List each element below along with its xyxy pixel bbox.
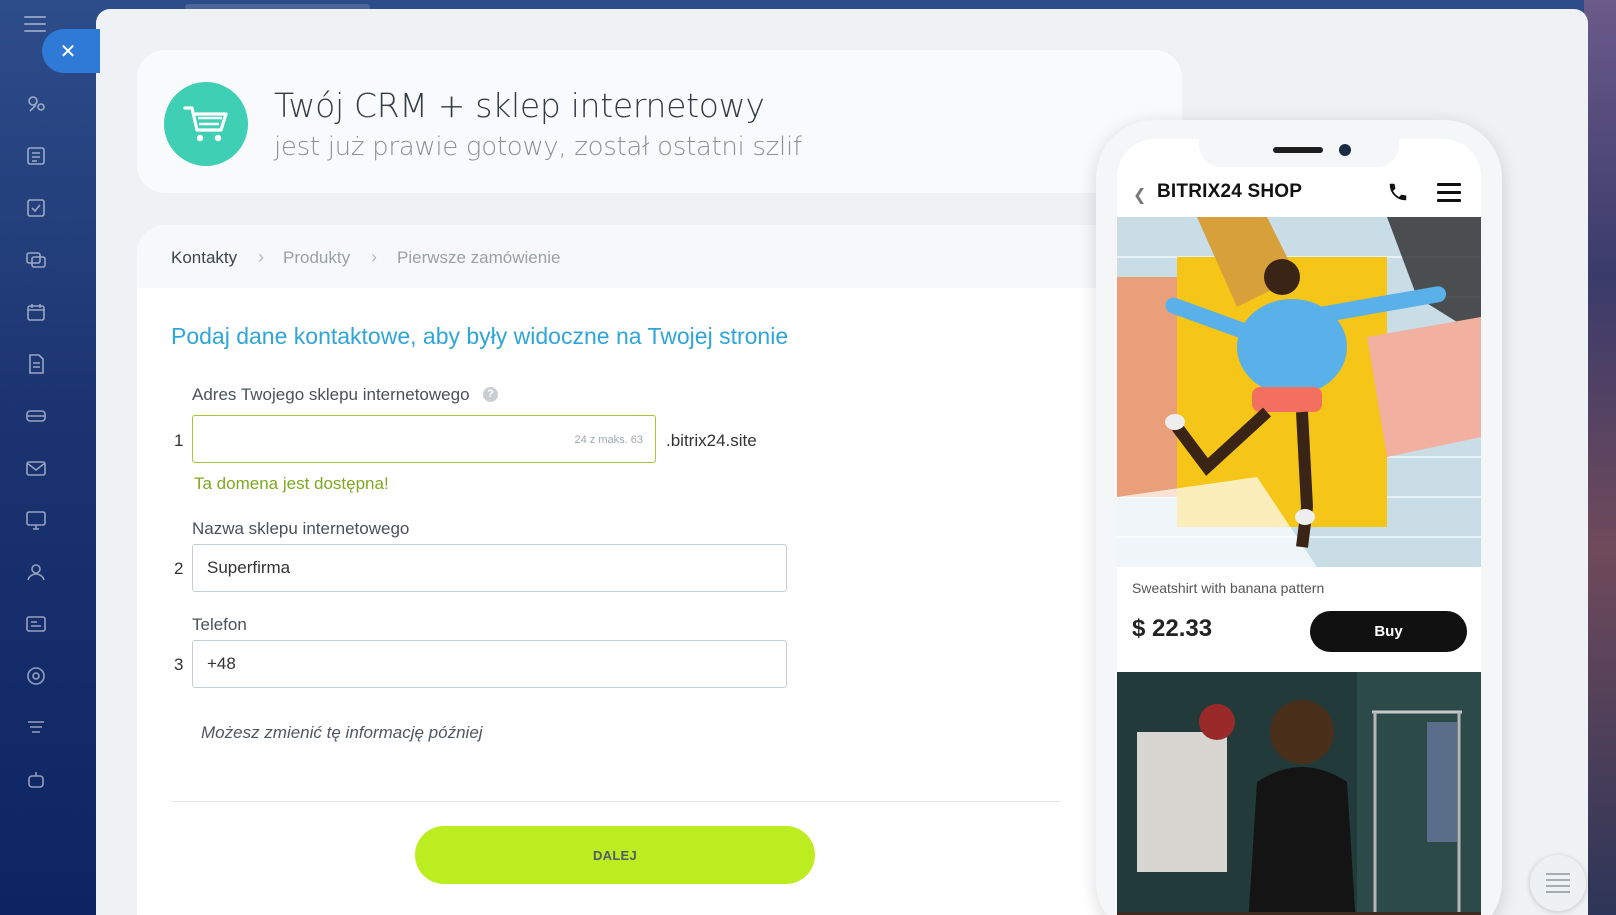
shop-app-bar: ❮ BITRIX24 SHOP [1117, 171, 1481, 215]
phone-value: +48 [207, 654, 236, 673]
chevron-right-icon: › [258, 247, 264, 267]
shop-name-label: Nazwa sklepu internetowego [192, 519, 410, 538]
divider [171, 801, 1060, 802]
close-slider-button[interactable]: ✕ [42, 29, 100, 73]
sidebar-item-robot-icon[interactable] [20, 764, 52, 796]
phone-input[interactable]: +48 [192, 640, 787, 688]
chevron-right-icon: › [371, 247, 377, 267]
sidebar-item-docs-icon[interactable] [20, 348, 52, 380]
sidebar-item-feed-icon[interactable] [20, 140, 52, 172]
background-wallpaper [1584, 0, 1616, 915]
buy-button[interactable]: Buy [1310, 611, 1467, 652]
page-title: Twój CRM + sklep internetowy [274, 86, 765, 125]
next-button[interactable]: DALEJ [415, 826, 815, 884]
sidebar-item-chat-icon[interactable] [20, 244, 52, 276]
step-products[interactable]: Produkty [283, 248, 350, 268]
left-sidebar [0, 0, 72, 915]
phone-speaker [1273, 147, 1323, 153]
domain-suffix: .bitrix24.site [666, 431, 757, 450]
shop-name-value: Superfirma [207, 558, 291, 577]
shopping-cart-icon [164, 82, 248, 166]
sidebar-item-drive-icon[interactable] [20, 400, 52, 432]
phone-screen: ❮ BITRIX24 SHOP Sweatshirt with banana p… [1117, 139, 1481, 915]
field-number: 1 [174, 431, 184, 450]
sidebar-item-crm-icon[interactable] [20, 88, 52, 120]
product-price: $ 22.33 [1132, 615, 1213, 642]
char-counter: 24 z maks. 63 [574, 434, 643, 446]
sidebar-item-sites-icon[interactable] [20, 504, 52, 536]
shop-address-label: Adres Twojego sklepu internetowego [192, 385, 470, 404]
hamburger-menu-icon[interactable] [24, 16, 46, 34]
shop-name-input[interactable]: Superfirma [192, 544, 787, 592]
slider-panel: Twój CRM + sklep internetowy jest już pr… [96, 9, 1588, 915]
sidebar-item-contacts-icon[interactable] [20, 556, 52, 588]
sidebar-item-store-icon[interactable] [20, 608, 52, 640]
step-contacts[interactable]: Kontakty [171, 248, 237, 268]
back-arrow-icon: ❮ [1133, 187, 1147, 204]
phone-preview: ❮ BITRIX24 SHOP Sweatshirt with banana p… [1096, 120, 1502, 915]
menu-icon [1437, 183, 1461, 203]
phone-camera [1339, 144, 1351, 156]
steps-breadcrumb: Kontakty › Produkty › Pierwsze zamówieni… [137, 225, 1167, 288]
shop-title: BITRIX24 SHOP [1157, 181, 1303, 202]
help-icon[interactable]: ? [483, 387, 498, 402]
edit-later-note: Możesz zmienić tę informację później [201, 723, 483, 742]
close-icon: ✕ [59, 40, 77, 63]
sidebar-item-marketing-icon[interactable] [20, 660, 52, 692]
domain-available-message: Ta domena jest dostępna! [194, 474, 389, 493]
product-name: Sweatshirt with banana pattern [1132, 580, 1325, 596]
sidebar-item-mail-icon[interactable] [20, 452, 52, 484]
header-card: Twój CRM + sklep internetowy jest już pr… [137, 50, 1182, 193]
page-subtitle: jest już prawie gotowy, został ostatni s… [274, 132, 802, 162]
phone-label: Telefon [192, 615, 247, 634]
open-menu-button[interactable] [1530, 855, 1586, 911]
sidebar-item-automation-icon[interactable] [20, 712, 52, 744]
form-title: Podaj dane kontaktowe, aby były widoczne… [171, 323, 789, 349]
contact-form-card: Kontakty › Produkty › Pierwsze zamówieni… [137, 225, 1167, 915]
sidebar-item-tasks-icon[interactable] [20, 192, 52, 224]
sidebar-item-calendar-icon[interactable] [20, 296, 52, 328]
step-first-order[interactable]: Pierwsze zamówienie [397, 248, 560, 268]
field-number: 2 [174, 559, 184, 578]
product-photo [1117, 217, 1481, 567]
phone-call-icon [1389, 183, 1407, 201]
shop-address-input[interactable]: 24 z maks. 63 [192, 415, 656, 463]
field-number: 3 [174, 655, 184, 674]
phone-notch [1199, 139, 1399, 167]
product-photo [1117, 672, 1481, 915]
